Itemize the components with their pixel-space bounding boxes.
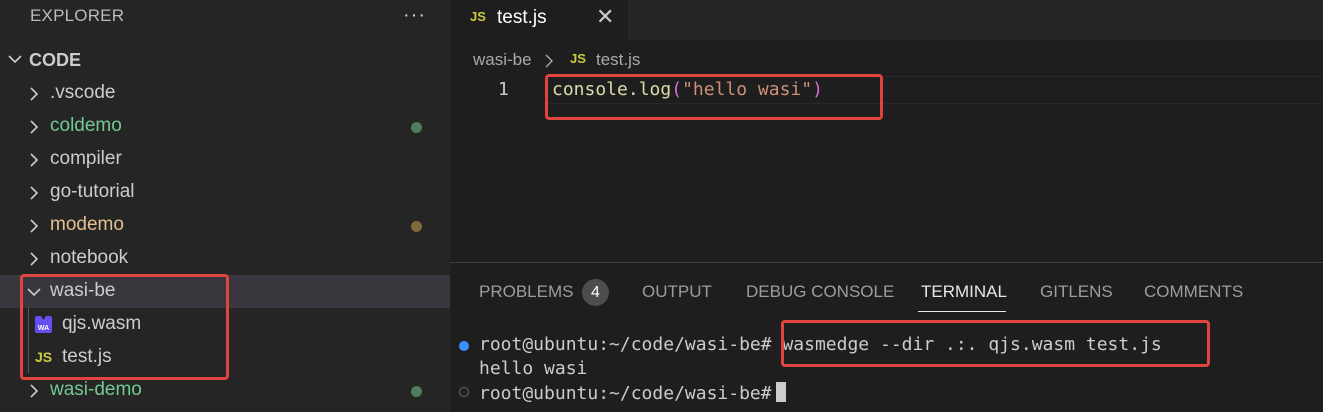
command-success-icon <box>459 341 469 351</box>
chevron-right-icon <box>30 120 39 134</box>
highlight-box-sidebar <box>20 274 229 380</box>
terminal-line-2: hello wasi <box>479 358 588 379</box>
folder-go-tutorial[interactable]: go-tutorial <box>0 176 450 209</box>
js-file-icon: JS <box>470 9 486 24</box>
breadcrumb-file[interactable]: test.js <box>596 50 640 70</box>
highlight-box-code <box>545 74 883 120</box>
tab-label: test.js <box>497 7 547 28</box>
chevron-right-icon <box>30 252 39 266</box>
workspace-section-header[interactable]: CODE <box>0 44 450 76</box>
tab-gitlens[interactable]: GITLENS <box>1040 282 1113 302</box>
tab-output[interactable]: OUTPUT <box>642 282 712 302</box>
tab-test-js[interactable]: JS test.js ✕ <box>450 0 628 40</box>
chevron-down-icon <box>8 55 22 64</box>
chevron-right-icon <box>545 54 553 68</box>
folder-notebook[interactable]: notebook <box>0 242 450 275</box>
command-pending-icon <box>459 387 469 397</box>
chevron-right-icon <box>30 87 39 101</box>
folder-compiler[interactable]: compiler <box>0 143 450 176</box>
problems-count-badge: 4 <box>582 279 609 306</box>
explorer-header: EXPLORER <box>30 6 125 25</box>
workspace-title: CODE <box>29 50 82 70</box>
folder-label: go-tutorial <box>50 181 135 202</box>
chevron-right-icon <box>30 384 39 398</box>
close-icon[interactable]: ✕ <box>596 4 614 30</box>
ellipsis-icon[interactable]: ··· <box>403 4 426 27</box>
editor-tab-bar: JS test.js ✕ <box>450 0 1323 40</box>
breadcrumb-folder[interactable]: wasi-be <box>473 50 532 70</box>
terminal-prompt: root@ubuntu:~/code/wasi-be# <box>479 334 772 355</box>
folder-modemo[interactable]: modemo <box>0 209 450 242</box>
chevron-right-icon <box>30 219 39 233</box>
tab-comments[interactable]: COMMENTS <box>1144 282 1243 302</box>
folder-label: .vscode <box>50 82 116 103</box>
terminal-cursor <box>775 382 786 402</box>
folder-label: notebook <box>50 247 129 268</box>
folder-coldemo[interactable]: coldemo <box>0 110 450 143</box>
folder-label: compiler <box>50 148 122 169</box>
folder-label: modemo <box>50 214 124 235</box>
git-untracked-dot <box>411 386 422 397</box>
folder-label: wasi-demo <box>50 379 142 400</box>
chevron-right-icon <box>30 186 39 200</box>
tab-terminal[interactable]: TERMINAL <box>921 282 1007 302</box>
git-modified-dot <box>411 221 422 232</box>
explorer-sidebar: EXPLORER ··· CODE .vscode coldemo compil… <box>0 0 450 412</box>
folder-vscode[interactable]: .vscode <box>0 77 450 110</box>
terminal-prompt: root@ubuntu:~/code/wasi-be# <box>479 383 772 404</box>
highlight-box-terminal <box>781 320 1210 367</box>
folder-label: coldemo <box>50 115 122 136</box>
tab-problems[interactable]: PROBLEMS <box>479 282 573 302</box>
js-file-icon: JS <box>570 51 586 66</box>
chevron-right-icon <box>30 153 39 167</box>
line-number: 1 <box>498 79 509 100</box>
active-tab-indicator <box>918 311 1006 312</box>
tab-debug-console[interactable]: DEBUG CONSOLE <box>746 282 894 302</box>
git-untracked-dot <box>411 122 422 133</box>
terminal-line-3[interactable]: root@ubuntu:~/code/wasi-be# <box>479 382 786 404</box>
